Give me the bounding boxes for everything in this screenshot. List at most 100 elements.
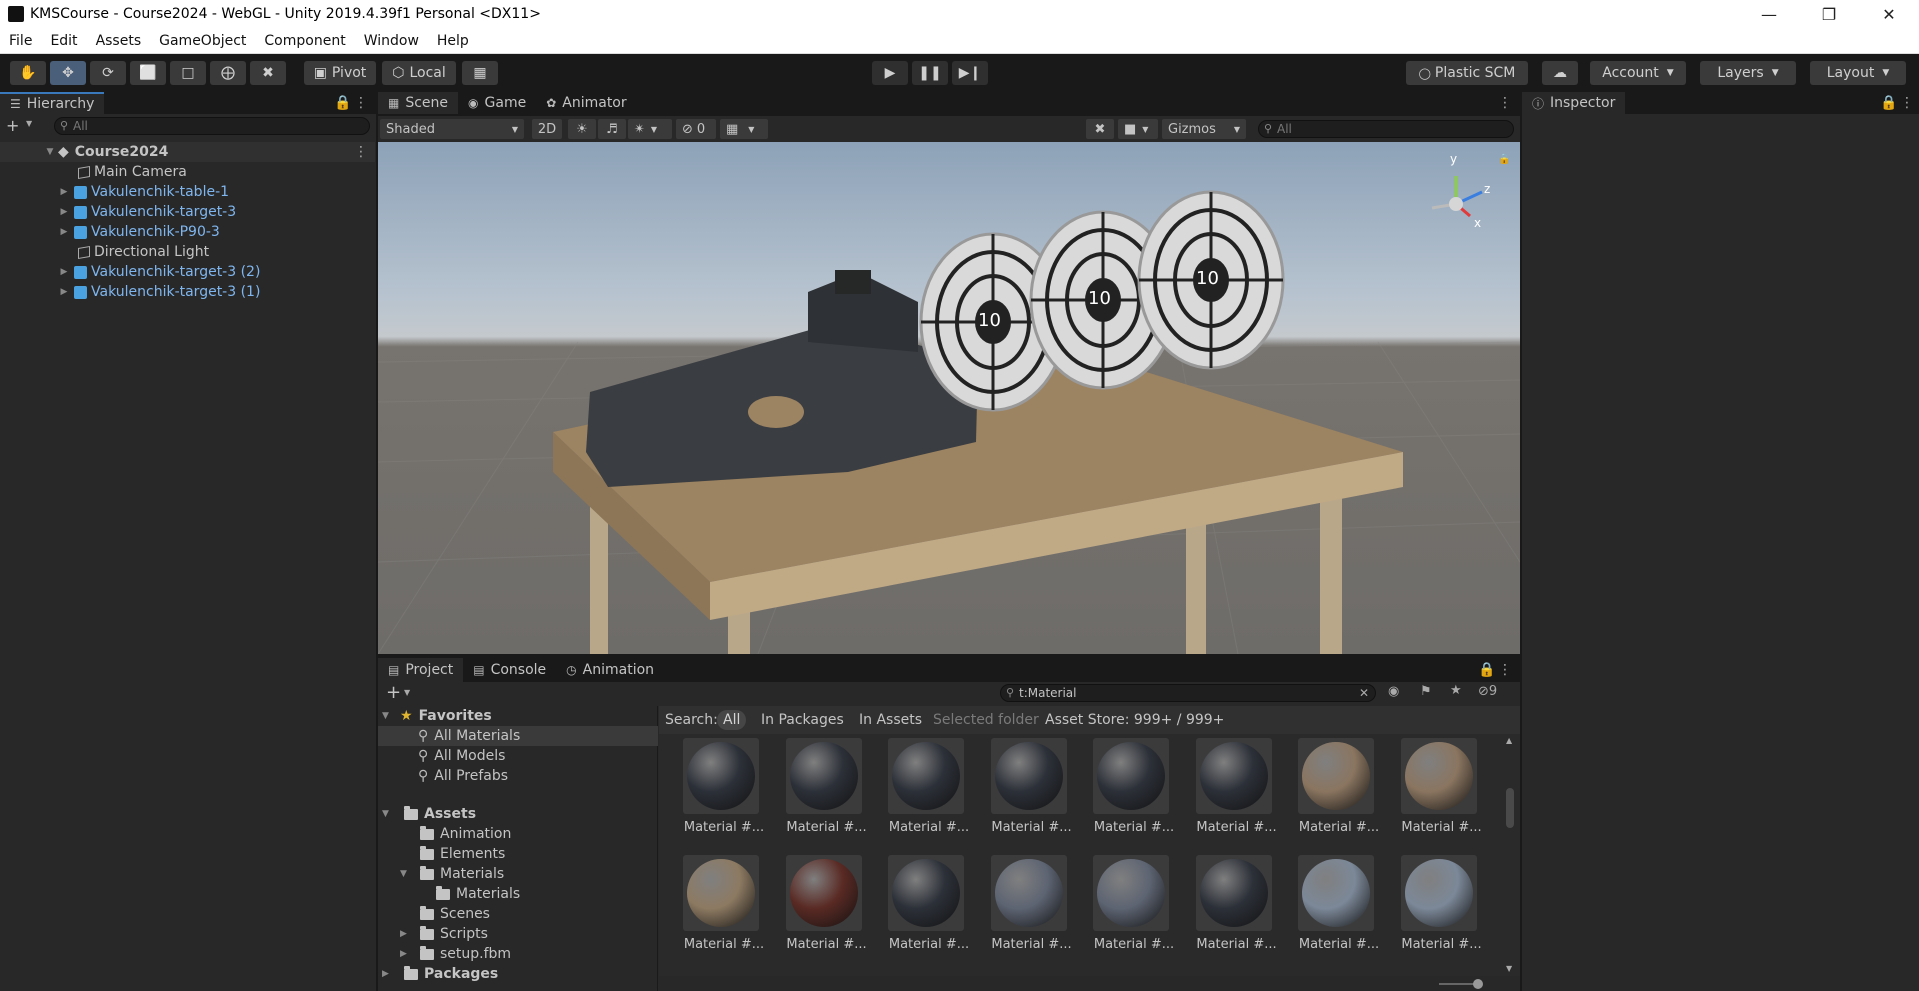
star-icon[interactable]: ★ (1450, 683, 1462, 698)
tab-inspector[interactable]: ⓘ Inspector (1522, 92, 1626, 114)
hierarchy-item-target-3-1[interactable]: ▶ Vakulenchik-target-3 (1) (0, 282, 375, 302)
folder-elements[interactable]: Elements (420, 844, 505, 864)
folder-setup-fbm[interactable]: ▶ setup.fbm (400, 944, 511, 964)
scale-tool-icon[interactable]: ⬜ (130, 61, 166, 85)
grid-dropdown[interactable]: ▦ ▼ (720, 119, 768, 139)
hand-tool-icon[interactable]: ✋ (10, 61, 46, 85)
tab-animator[interactable]: ✿ Animator (536, 92, 637, 114)
lock-icon[interactable]: 🔒 (1880, 95, 1897, 111)
play-button[interactable]: ▶ (872, 61, 908, 85)
hierarchy-item-main-camera[interactable]: Main Camera (0, 162, 375, 182)
camera-dropdown[interactable]: ■ ▼ (1118, 119, 1158, 139)
chevron-down-icon[interactable]: ▼ (26, 119, 32, 128)
material-asset[interactable]: Material #... (1091, 738, 1174, 838)
add-icon[interactable]: + (6, 116, 19, 135)
favorites-header[interactable]: ▼ ★ Favorites (382, 706, 492, 726)
tab-console[interactable]: ▤ Console (463, 658, 557, 682)
transform-tool-icon[interactable]: ⨁ (210, 61, 246, 85)
step-button[interactable]: ▶❙ (952, 61, 988, 85)
filter-all-button[interactable]: All (717, 710, 747, 730)
folder-scenes[interactable]: Scenes (420, 904, 490, 924)
menu-assets[interactable]: Assets (87, 33, 151, 49)
rect-tool-icon[interactable]: □ (170, 61, 206, 85)
project-search-input[interactable]: ⚲ t:Material ✕ (1000, 684, 1376, 702)
menu-window[interactable]: Window (355, 33, 428, 49)
hidden-objects-toggle[interactable]: ⊘ 0 (676, 119, 716, 139)
material-asset[interactable]: Material #... (1399, 738, 1482, 838)
lock-icon[interactable]: 🔒 (1478, 662, 1495, 678)
chevron-right-icon[interactable]: ▶ (58, 227, 70, 237)
chevron-down-icon[interactable]: ▼ (382, 711, 396, 721)
chevron-down-icon[interactable]: ▼ (44, 147, 56, 157)
material-asset[interactable]: Material #... (886, 738, 969, 838)
audio-icon[interactable]: ♬ (598, 119, 626, 139)
orientation-gizmo[interactable] (1431, 176, 1483, 218)
favorite-all-prefabs[interactable]: ⚲ All Prefabs (418, 766, 508, 786)
tab-project[interactable]: ▤ Project (378, 658, 464, 682)
account-dropdown[interactable]: Account ▼ (1590, 61, 1686, 85)
scene-root-row[interactable]: ▼ ◆ Course2024 ⋮ (0, 142, 375, 162)
packages-header[interactable]: ▶ Packages (382, 964, 498, 984)
pivot-button[interactable]: ▣ Pivot (304, 61, 376, 85)
material-asset[interactable]: Material #... (1194, 738, 1277, 838)
clear-search-icon[interactable]: ✕ (1359, 686, 1369, 700)
cloud-icon[interactable]: ☁ (1542, 61, 1578, 85)
grid-snap-icon[interactable]: ▦ (462, 61, 498, 85)
material-asset[interactable]: Material #... (681, 855, 764, 955)
lock-icon[interactable]: 🔒 (334, 95, 351, 111)
pause-button[interactable]: ❚❚ (912, 61, 948, 85)
gizmos-dropdown[interactable]: Gizmos ▼ (1162, 119, 1246, 139)
filter-asset-store-button[interactable]: Asset Store: 999+ / 999+ (1039, 710, 1230, 730)
folder-animation[interactable]: Animation (420, 824, 511, 844)
close-icon[interactable]: ✕ (1866, 0, 1912, 28)
material-asset[interactable]: Material #... (886, 855, 969, 955)
minimize-icon[interactable]: — (1746, 0, 1792, 28)
hierarchy-item-target-3[interactable]: ▶ Vakulenchik-target-3 (0, 202, 375, 222)
tools-icon[interactable]: ✖ (1086, 119, 1114, 139)
lock-icon[interactable]: 🔒 (1498, 154, 1510, 165)
layers-dropdown[interactable]: Layers ▼ (1700, 61, 1796, 85)
hidden-packages-toggle[interactable]: ⊘9 (1478, 684, 1497, 699)
chevron-right-icon[interactable]: ▶ (58, 267, 70, 277)
effects-dropdown[interactable]: ✴ ▼ (628, 119, 672, 139)
menu-gameobject[interactable]: GameObject (150, 33, 255, 49)
chevron-right-icon[interactable]: ▶ (58, 207, 70, 217)
hierarchy-item-target-3-2[interactable]: ▶ Vakulenchik-target-3 (2) (0, 262, 375, 282)
rotate-tool-icon[interactable]: ⟳ (90, 61, 126, 85)
tab-scene[interactable]: ▦ Scene (378, 92, 459, 114)
material-asset[interactable]: Material #... (989, 855, 1072, 955)
hierarchy-item-table[interactable]: ▶ Vakulenchik-table-1 (0, 182, 375, 202)
material-asset[interactable]: Material #... (989, 738, 1072, 838)
chevron-right-icon[interactable]: ▶ (400, 929, 420, 939)
shading-mode-dropdown[interactable]: Shaded ▼ (380, 119, 524, 139)
filter-in-assets-button[interactable]: In Assets (853, 710, 928, 730)
menu-help[interactable]: Help (428, 33, 478, 49)
chevron-down-icon[interactable]: ▼ (404, 688, 410, 697)
filter-type-icon[interactable]: ◉ (1388, 684, 1399, 699)
layout-dropdown[interactable]: Layout ▼ (1810, 61, 1906, 85)
menu-file[interactable]: File (0, 33, 41, 49)
plastic-scm-button[interactable]: ◯ Plastic SCM (1406, 61, 1528, 85)
toggle-2d-button[interactable]: 2D (532, 119, 562, 139)
kebab-menu-icon[interactable]: ⋮ (1498, 95, 1512, 111)
chevron-down-icon[interactable]: ▼ (382, 809, 396, 819)
material-asset[interactable]: Material #... (1399, 855, 1482, 955)
hierarchy-item-p90[interactable]: ▶ Vakulenchik-P90-3 (0, 222, 375, 242)
kebab-menu-icon[interactable]: ⋮ (1900, 95, 1914, 111)
chevron-down-icon[interactable]: ▼ (1506, 964, 1512, 973)
kebab-menu-icon[interactable]: ⋮ (1498, 662, 1512, 678)
tab-animation[interactable]: ◷ Animation (556, 658, 665, 682)
zoom-slider-handle[interactable] (1473, 979, 1483, 989)
material-asset[interactable]: Material #... (784, 738, 867, 838)
lighting-icon[interactable]: ☀ (568, 119, 596, 139)
material-asset[interactable]: Material #... (1194, 855, 1277, 955)
material-asset[interactable]: Material #... (1091, 855, 1174, 955)
scrollbar-thumb[interactable] (1506, 788, 1514, 828)
material-asset[interactable]: Material #... (784, 855, 867, 955)
filter-selected-folder-button[interactable]: Selected folder (927, 710, 1045, 730)
scene-viewport[interactable]: 10 10 10 y z x 🔒 (378, 142, 1520, 654)
menu-component[interactable]: Component (255, 33, 354, 49)
tab-hierarchy[interactable]: ☰ Hierarchy (0, 92, 105, 114)
scrollbar[interactable]: ▲ ▼ (1503, 736, 1517, 976)
chevron-right-icon[interactable]: ▶ (58, 287, 70, 297)
